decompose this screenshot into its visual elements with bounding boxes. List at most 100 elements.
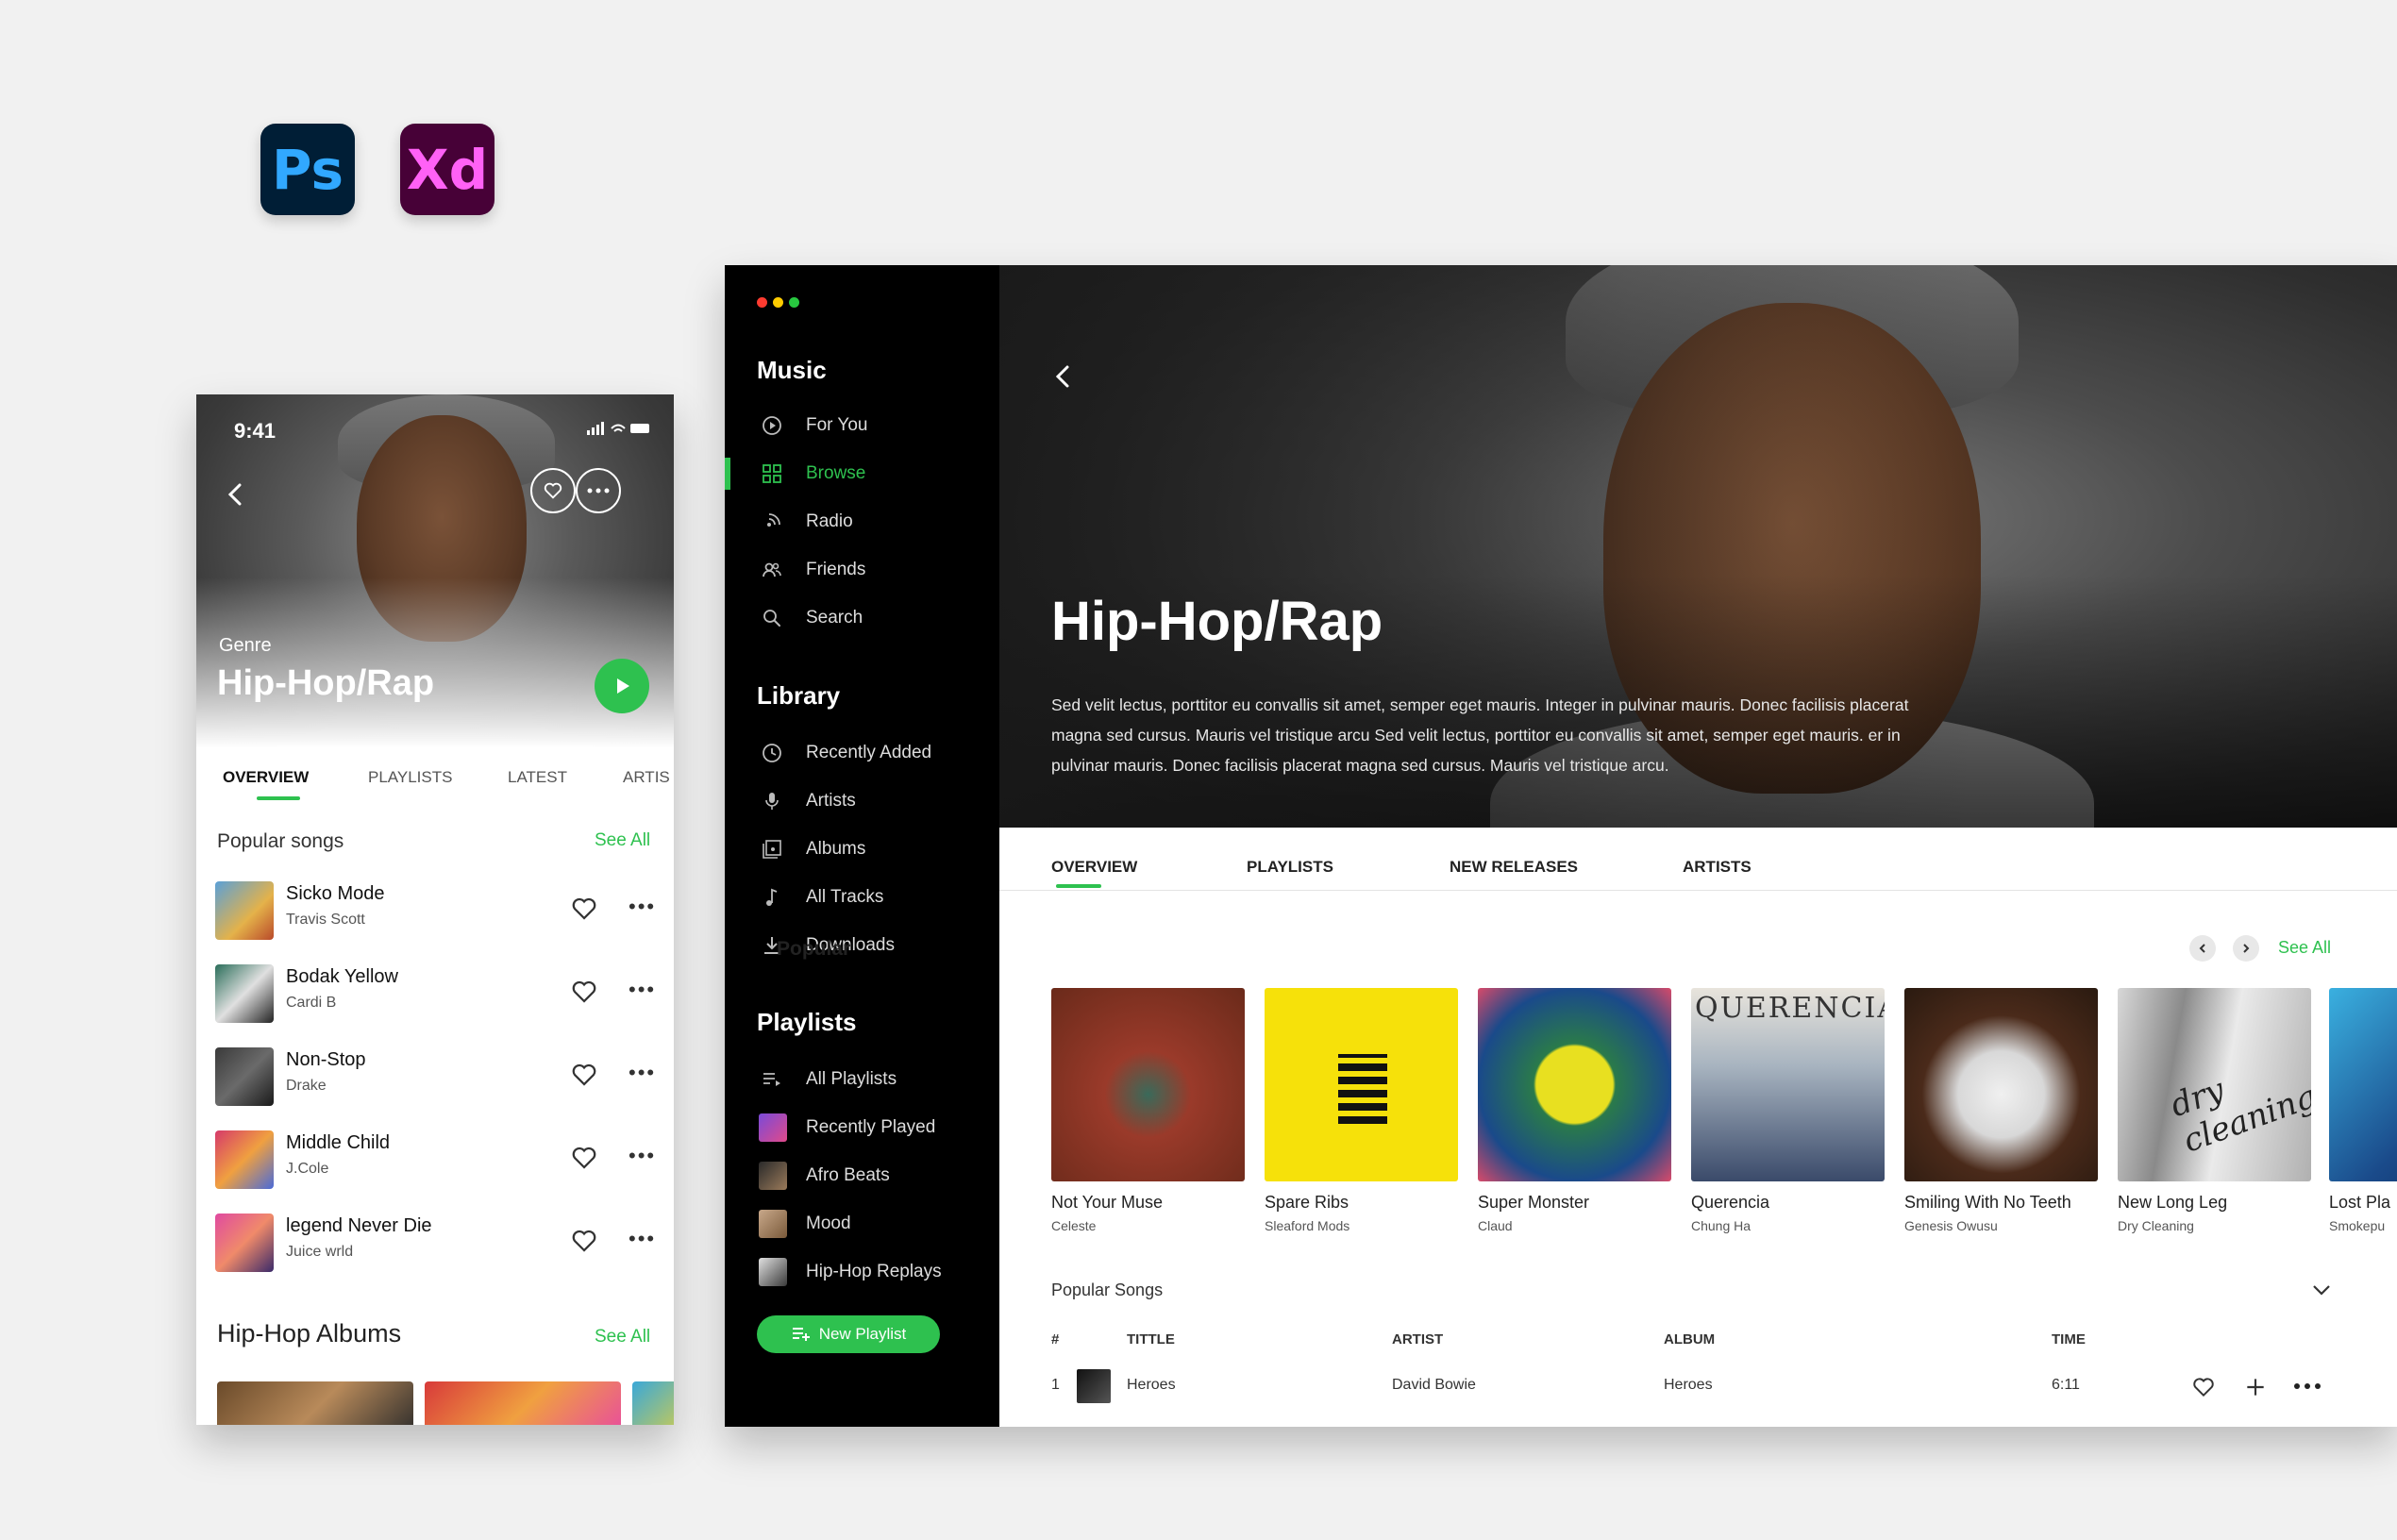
- more-icon[interactable]: •••: [629, 1227, 656, 1251]
- album-title: Super Monster: [1478, 1193, 1590, 1212]
- album-artist: Sleaford Mods: [1265, 1218, 1350, 1233]
- album-cover[interactable]: [425, 1381, 621, 1425]
- desktop-app-window: Music For You Browse Radio Friends Searc…: [725, 265, 2397, 1427]
- tab-latest[interactable]: LATEST: [508, 768, 567, 787]
- sidebar-item-for-you[interactable]: For You: [725, 407, 999, 444]
- album-card[interactable]: dry cleaning New Long Leg Dry Cleaning: [2118, 988, 2311, 1233]
- heart-icon[interactable]: [570, 895, 598, 923]
- more-icon[interactable]: •••: [629, 978, 656, 1002]
- heart-icon[interactable]: [570, 978, 598, 1006]
- tab-overview[interactable]: OVERVIEW: [223, 768, 309, 787]
- song-artist: Drake: [286, 1078, 327, 1094]
- sidebar-item-friends[interactable]: Friends: [725, 551, 999, 589]
- carousel-prev-button[interactable]: [2189, 935, 2216, 962]
- adobe-xd-logo: Xd: [400, 124, 494, 215]
- playlist-thumbnail: [759, 1210, 787, 1238]
- album-title: New Long Leg: [2118, 1193, 2228, 1212]
- heart-icon[interactable]: [2191, 1375, 2216, 1399]
- new-playlist-button[interactable]: New Playlist: [757, 1315, 940, 1353]
- carousel-next-button[interactable]: [2233, 935, 2259, 962]
- sidebar-item-label: Browse: [806, 463, 866, 483]
- list-item[interactable]: legend Never Die Juice wrld •••: [196, 1206, 674, 1280]
- list-item[interactable]: Sicko Mode Travis Scott •••: [196, 874, 674, 947]
- album-cover: [1478, 988, 1671, 1181]
- sidebar-item-browse[interactable]: Browse: [725, 455, 999, 493]
- sidebar-item-label: Hip-Hop Replays: [806, 1262, 942, 1281]
- sidebar-item-artists[interactable]: Artists: [725, 782, 999, 820]
- list-item[interactable]: Middle Child J.Cole •••: [196, 1123, 674, 1197]
- sidebar-item-albums[interactable]: Albums: [725, 830, 999, 868]
- play-button[interactable]: [595, 659, 649, 713]
- microphone-icon: [761, 790, 783, 812]
- album-cover[interactable]: [217, 1381, 413, 1425]
- song-title: Sicko Mode: [286, 883, 385, 904]
- album-cover: [215, 1214, 274, 1272]
- more-icon[interactable]: •••: [629, 1061, 656, 1085]
- sidebar-item-all-playlists[interactable]: All Playlists: [725, 1061, 999, 1098]
- album-artist: Chung Ha: [1691, 1218, 1752, 1233]
- album-title: Spare Ribs: [1265, 1193, 1349, 1212]
- heart-icon[interactable]: [570, 1227, 598, 1255]
- maximize-window-button[interactable]: [789, 297, 799, 308]
- album-card[interactable]: QUERENCIA Querencia Chung Ha: [1691, 988, 1885, 1233]
- tab-playlists[interactable]: PLAYLISTS: [368, 768, 452, 787]
- heart-icon[interactable]: [570, 1061, 598, 1089]
- sidebar-item-search[interactable]: Search: [725, 599, 999, 637]
- track-number: 1: [1051, 1377, 1060, 1393]
- sidebar-item-downloads[interactable]: Downloads: [725, 927, 999, 964]
- tab-indicator: [257, 796, 300, 800]
- favorite-button[interactable]: [530, 468, 576, 513]
- more-options-button[interactable]: [576, 468, 621, 513]
- tab-artists[interactable]: ARTISTS: [1683, 858, 1752, 877]
- album-card[interactable]: Lost Pla Smokepu: [2329, 988, 2397, 1233]
- playlist-icon: [761, 1068, 783, 1091]
- playlist-thumbnail: [759, 1258, 787, 1286]
- column-header-title[interactable]: TITTLE: [1127, 1331, 1175, 1348]
- chevron-down-icon[interactable]: [2310, 1282, 2333, 1302]
- column-header-album[interactable]: ALBUM: [1664, 1331, 1715, 1348]
- column-header-time[interactable]: TIME: [2052, 1331, 2086, 1348]
- add-icon[interactable]: [2243, 1375, 2268, 1399]
- tab-new-releases[interactable]: NEW RELEASES: [1450, 858, 1578, 877]
- back-icon[interactable]: [217, 476, 255, 513]
- sidebar-item-all-tracks[interactable]: All Tracks: [725, 879, 999, 916]
- tab-artists[interactable]: ARTIS: [623, 768, 670, 787]
- track-time: 6:11: [2052, 1377, 2080, 1393]
- back-icon[interactable]: [1047, 360, 1081, 393]
- chevron-right-icon: [2243, 944, 2250, 953]
- minimize-window-button[interactable]: [773, 297, 783, 308]
- sidebar-item-radio[interactable]: Radio: [725, 503, 999, 541]
- more-icon[interactable]: •••: [629, 1144, 656, 1168]
- search-icon: [761, 607, 783, 629]
- album-card[interactable]: Spare Ribs Sleaford Mods: [1265, 988, 1458, 1233]
- sidebar-item-mood[interactable]: Mood: [725, 1205, 999, 1243]
- list-item[interactable]: Non-Stop Drake •••: [196, 1040, 674, 1113]
- column-header-artist[interactable]: ARTIST: [1392, 1331, 1443, 1348]
- albums-see-all-link[interactable]: See All: [595, 1327, 650, 1348]
- song-title: Non-Stop: [286, 1049, 366, 1070]
- list-item[interactable]: Bodak Yellow Cardi B •••: [196, 957, 674, 1030]
- popular-songs-heading: Popular songs: [217, 830, 344, 852]
- album-card[interactable]: Not Your Muse Celeste: [1051, 988, 1245, 1233]
- album-card[interactable]: Smiling With No Teeth Genesis Owusu: [1904, 988, 2098, 1233]
- album-title: Not Your Muse: [1051, 1193, 1164, 1212]
- more-icon[interactable]: •••: [629, 895, 656, 919]
- sidebar-item-afro-beats[interactable]: Afro Beats: [725, 1157, 999, 1195]
- tab-overview[interactable]: OVERVIEW: [1051, 858, 1137, 877]
- genre-label: Genre: [219, 635, 272, 656]
- album-cover: [215, 1130, 274, 1189]
- close-window-button[interactable]: [757, 297, 767, 308]
- sidebar-item-hip-hop-replays[interactable]: Hip-Hop Replays: [725, 1253, 999, 1291]
- album-cover[interactable]: [632, 1381, 674, 1425]
- sidebar-item-recently-added[interactable]: Recently Added: [725, 734, 999, 772]
- play-circle-icon: [761, 414, 783, 437]
- album-title: Lost Pla: [2329, 1193, 2391, 1212]
- see-all-link[interactable]: See All: [595, 830, 650, 851]
- heart-icon[interactable]: [570, 1144, 598, 1172]
- album-cover: [1051, 988, 1245, 1181]
- see-all-link[interactable]: See All: [2278, 938, 2331, 958]
- album-card[interactable]: Super Monster Claud: [1478, 988, 1671, 1233]
- tab-playlists[interactable]: PLAYLISTS: [1247, 858, 1333, 877]
- sidebar-item-recently-played[interactable]: Recently Played: [725, 1109, 999, 1147]
- more-icon[interactable]: [2293, 1382, 2322, 1390]
